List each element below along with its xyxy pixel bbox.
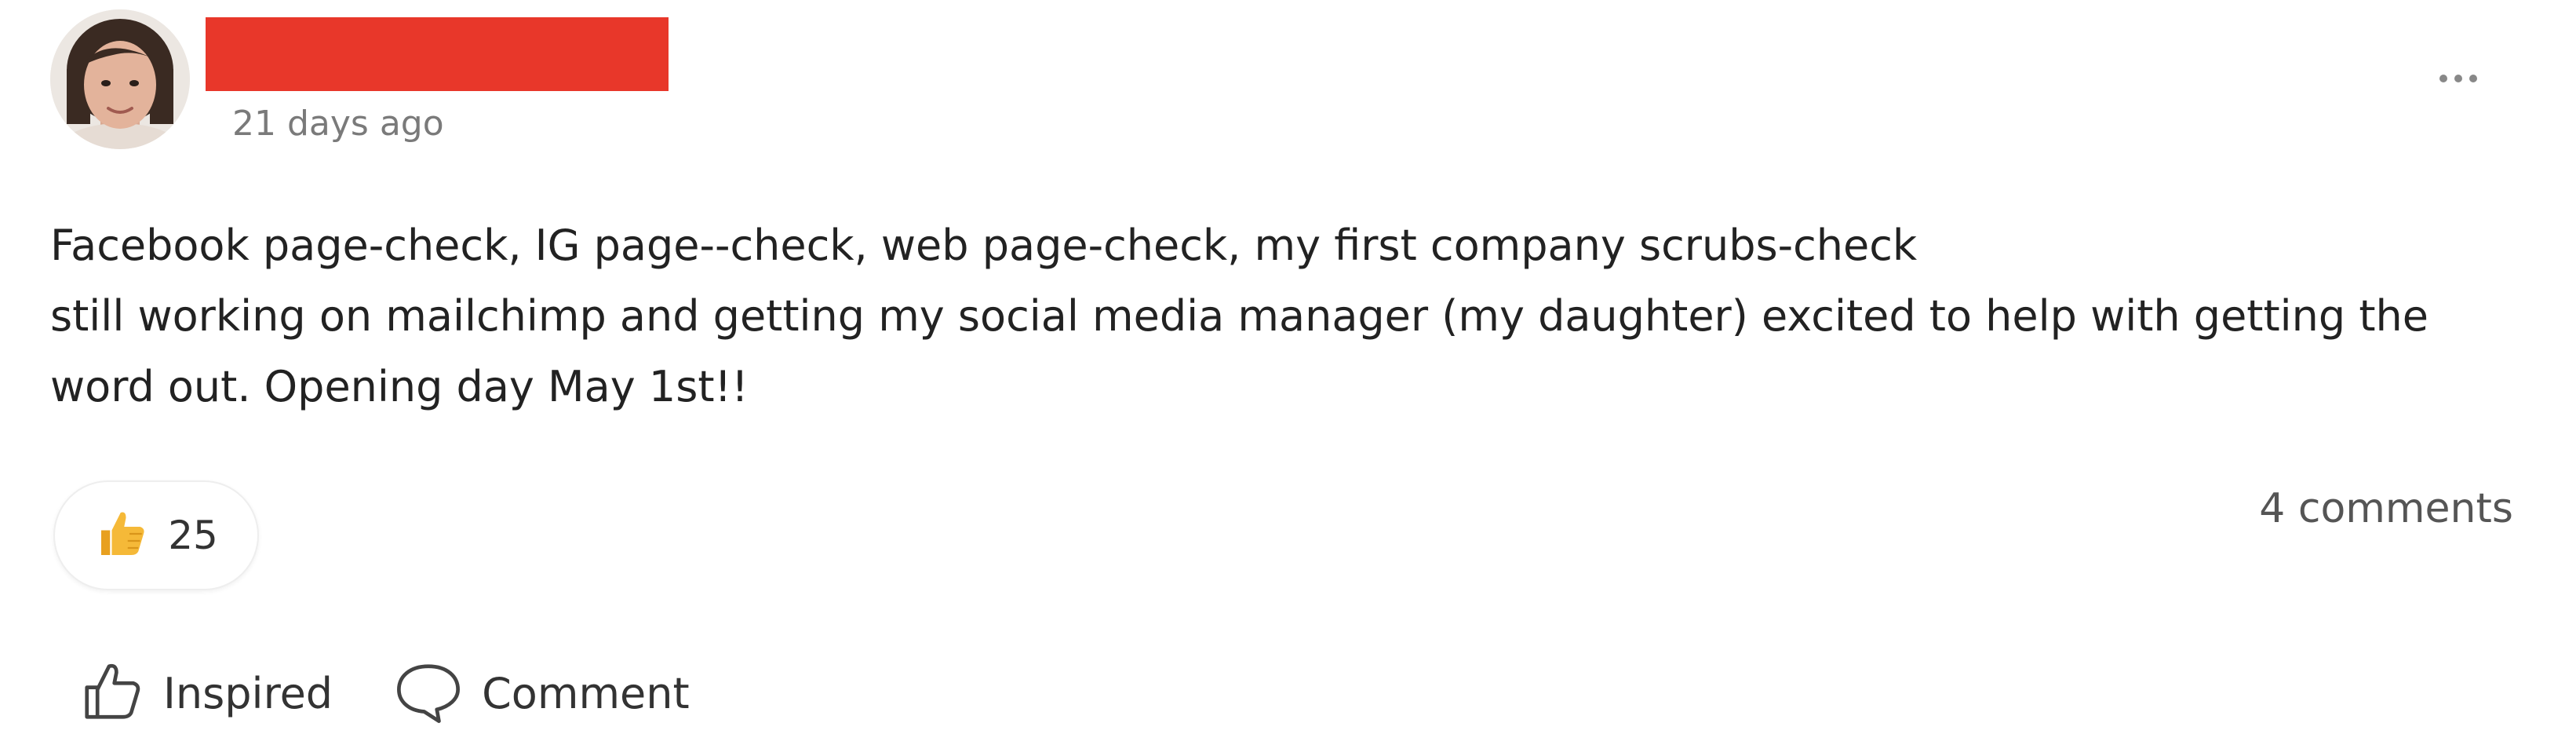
inspired-label: Inspired	[163, 668, 333, 718]
more-dot	[2439, 75, 2447, 82]
more-options-button[interactable]	[2426, 55, 2490, 102]
thumbs-up-outline-icon	[78, 658, 146, 729]
more-dot	[2454, 75, 2462, 82]
post-body-line: Facebook page-check, IG page--check, web…	[50, 221, 1918, 270]
inspired-button[interactable]: Inspired	[78, 658, 333, 729]
avatar[interactable]	[50, 9, 190, 149]
post-card: 21 days ago Facebook page-check, IG page…	[0, 0, 2576, 745]
comment-label: Comment	[482, 668, 690, 718]
author-name-redaction	[206, 17, 669, 91]
post-body: Facebook page-check, IG page--check, web…	[50, 210, 2522, 422]
more-dot	[2469, 75, 2477, 82]
post-actions: Inspired Comment	[78, 658, 690, 729]
comments-count-link[interactable]: 4 comments	[2259, 485, 2513, 532]
reaction-summary-button[interactable]: 25	[53, 480, 259, 590]
comment-button[interactable]: Comment	[392, 658, 690, 729]
speech-bubble-icon	[392, 658, 465, 729]
reaction-count: 25	[168, 513, 218, 558]
post-timestamp: 21 days ago	[232, 104, 444, 144]
thumbs-up-emoji-icon	[94, 506, 151, 565]
post-body-line: still working on mailchimp and getting m…	[50, 291, 2428, 341]
post-body-line: word out. Opening day May 1st!!	[50, 362, 749, 411]
